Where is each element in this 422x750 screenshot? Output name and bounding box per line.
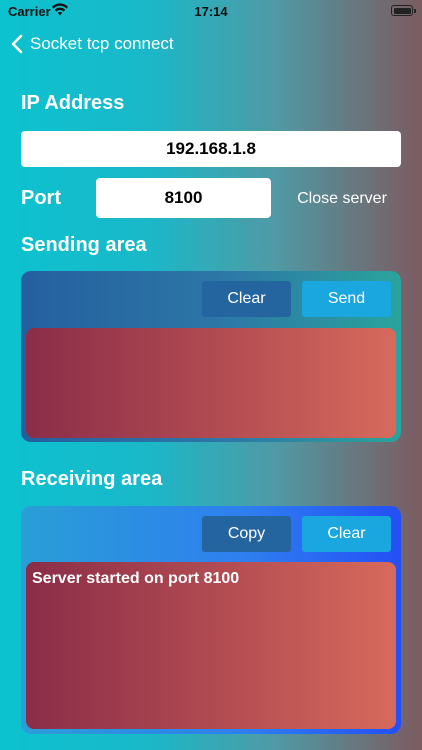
chevron-left-icon xyxy=(11,34,23,54)
back-button[interactable]: Socket tcp connect xyxy=(10,30,174,58)
receiving-text-area[interactable]: Server started on port 8100 xyxy=(26,562,396,729)
port-input[interactable] xyxy=(96,178,271,218)
receiving-area-title: Receiving area xyxy=(21,468,163,490)
sending-clear-button[interactable]: Clear xyxy=(202,281,291,317)
receiving-panel: Copy Clear Server started on port 8100 xyxy=(21,506,401,734)
back-label: Socket tcp connect xyxy=(30,34,174,53)
ip-address-input[interactable] xyxy=(21,131,401,167)
sending-area-title: Sending area xyxy=(21,234,147,256)
close-server-button[interactable]: Close server xyxy=(283,186,401,212)
battery-icon xyxy=(391,5,416,16)
port-label: Port xyxy=(21,187,61,209)
ip-address-label: IP Address xyxy=(21,92,125,114)
receiving-clear-button[interactable]: Clear xyxy=(302,516,391,552)
copy-button[interactable]: Copy xyxy=(202,516,291,552)
sending-panel: Clear Send xyxy=(21,271,401,442)
status-time: 17:14 xyxy=(194,4,228,19)
status-bar: Carrier 17:14 xyxy=(0,0,422,22)
send-button[interactable]: Send xyxy=(302,281,391,317)
sending-text-area[interactable] xyxy=(26,328,396,438)
